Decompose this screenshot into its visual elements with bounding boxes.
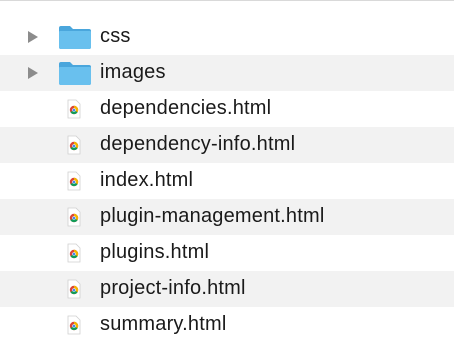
file-row-plugin-management[interactable]: plugin-management.html <box>0 199 454 235</box>
file-row-index[interactable]: index.html <box>0 163 454 199</box>
chrome-html-file-icon <box>67 171 81 191</box>
file-name: plugins.html <box>100 241 210 264</box>
finder-file-list-window: css images dependencies.html dependency-… <box>0 0 454 340</box>
chrome-html-file-icon <box>67 135 81 155</box>
file-name: images <box>100 61 166 84</box>
file-list: css images dependencies.html dependency-… <box>0 19 454 340</box>
chrome-html-file-icon <box>67 99 81 119</box>
folder-icon <box>59 26 91 49</box>
file-name: index.html <box>100 169 194 192</box>
chrome-html-file-icon <box>67 279 81 299</box>
file-name: dependency-info.html <box>100 133 296 156</box>
file-row-plugins[interactable]: plugins.html <box>0 235 454 271</box>
chrome-html-file-icon <box>67 243 81 263</box>
file-row-summary[interactable]: summary.html <box>0 307 454 340</box>
file-row-images[interactable]: images <box>0 55 454 91</box>
file-row-css[interactable]: css <box>0 19 454 55</box>
disclosure-triangle-icon[interactable] <box>28 31 38 43</box>
folder-icon <box>59 62 91 85</box>
file-row-project-info[interactable]: project-info.html <box>0 271 454 307</box>
disclosure-triangle-icon[interactable] <box>28 67 38 79</box>
chrome-html-file-icon <box>67 315 81 335</box>
file-name: project-info.html <box>100 277 246 300</box>
file-name: css <box>100 25 131 48</box>
chrome-html-file-icon <box>67 207 81 227</box>
file-name: plugin-management.html <box>100 205 325 228</box>
file-row-dependency-info[interactable]: dependency-info.html <box>0 127 454 163</box>
file-name: dependencies.html <box>100 97 272 120</box>
file-row-dependencies[interactable]: dependencies.html <box>0 91 454 127</box>
file-name: summary.html <box>100 313 227 336</box>
